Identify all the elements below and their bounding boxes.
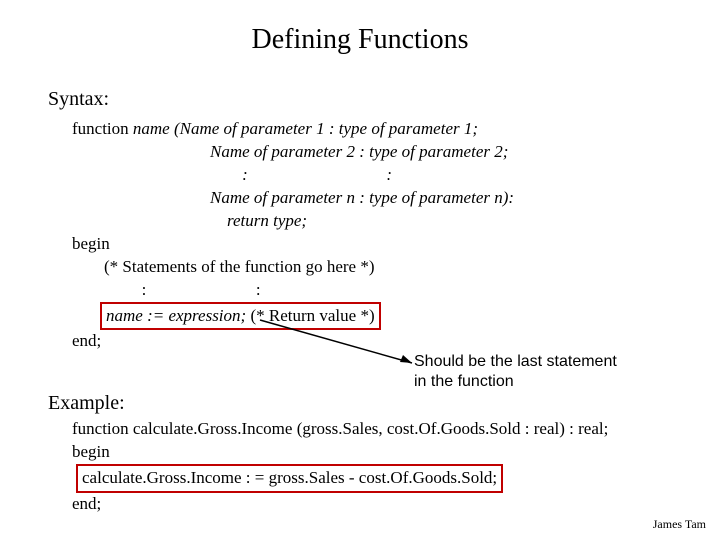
- example-keyword-function: function: [72, 419, 129, 438]
- annotation-line-1: Should be the last statement: [414, 352, 617, 372]
- slide: Defining Functions Syntax: function name…: [0, 0, 720, 540]
- example-label: Example:: [48, 392, 125, 415]
- annotation-callout: Should be the last statement in the func…: [414, 352, 617, 392]
- example-body-row: calculate.Gross.Income : = gross.Sales -…: [72, 464, 692, 493]
- example-block: function calculate.Gross.Income (gross.S…: [72, 418, 692, 516]
- example-signature-row: function calculate.Gross.Income (gross.S…: [72, 418, 692, 441]
- annotation-line-2: in the function: [414, 372, 617, 392]
- example-keyword-end: end;: [72, 493, 692, 516]
- example-keyword-begin: begin: [72, 441, 692, 464]
- footer-author: James Tam: [653, 517, 706, 532]
- example-highlight-box: calculate.Gross.Income : = gross.Sales -…: [76, 464, 503, 493]
- example-signature: calculate.Gross.Income (gross.Sales, cos…: [129, 419, 609, 438]
